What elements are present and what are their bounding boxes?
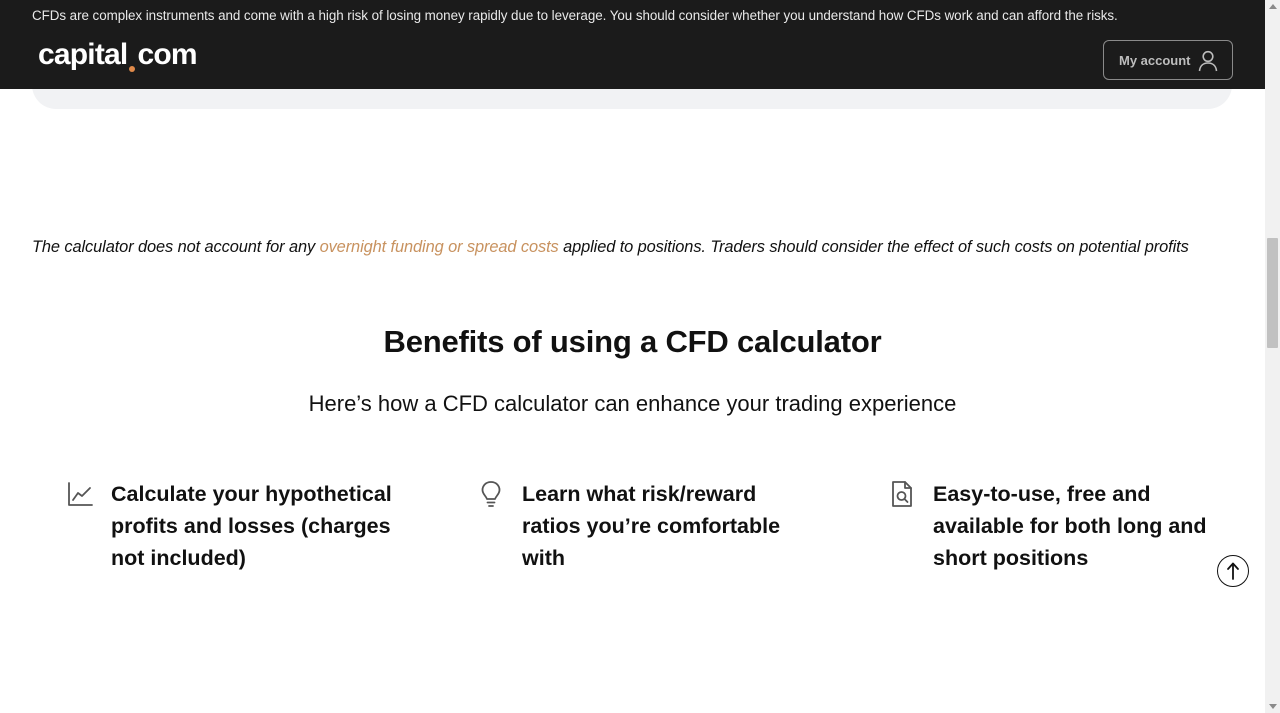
benefit-item: Calculate your hypothetical profits and … <box>66 478 401 574</box>
my-account-label: My account <box>1119 52 1191 68</box>
scrollbar-thumb[interactable] <box>1267 238 1278 348</box>
scroll-up-arrow-icon[interactable] <box>1269 4 1277 9</box>
capital-com-logo[interactable]: capital com <box>38 38 198 80</box>
page-scrollbar[interactable] <box>1265 0 1280 713</box>
chart-line-icon <box>68 482 93 506</box>
calculator-disclaimer: The calculator does not account for any … <box>32 238 1247 257</box>
benefit-item: Easy-to-use, free and available for both… <box>888 478 1223 574</box>
benefit-text: Learn what risk/reward ratios you’re com… <box>522 482 781 570</box>
benefits-title: Benefits of using a CFD calculator <box>383 324 882 359</box>
benefit-text: Easy-to-use, free and available for both… <box>933 482 1207 570</box>
document-search-icon <box>892 481 912 507</box>
site-header: CFDs are complex instruments and come wi… <box>0 0 1265 89</box>
logo-text-right: com <box>137 38 197 71</box>
logo-dot <box>129 66 136 72</box>
benefit-text: Calculate your hypothetical profits and … <box>111 482 392 570</box>
user-icon <box>1198 50 1218 72</box>
lightbulb-icon <box>481 481 501 507</box>
back-to-top-button[interactable] <box>1217 555 1249 587</box>
benefit-item: Learn what risk/reward ratios you’re com… <box>477 478 812 574</box>
my-account-button[interactable]: My account <box>1103 40 1233 80</box>
disclaimer-text-before: The calculator does not account for any <box>32 238 320 256</box>
scroll-down-arrow-icon[interactable] <box>1269 704 1277 709</box>
benefits-subtitle: Here’s how a CFD calculator can enhance … <box>308 391 957 416</box>
disclaimer-text-after: applied to positions. Traders should con… <box>558 238 1189 256</box>
logo-text-left: capital <box>38 38 128 71</box>
risk-warning: CFDs are complex instruments and come wi… <box>32 8 1118 23</box>
arrow-up-icon <box>1227 562 1239 580</box>
overnight-funding-link[interactable]: overnight funding or spread costs <box>320 238 559 256</box>
